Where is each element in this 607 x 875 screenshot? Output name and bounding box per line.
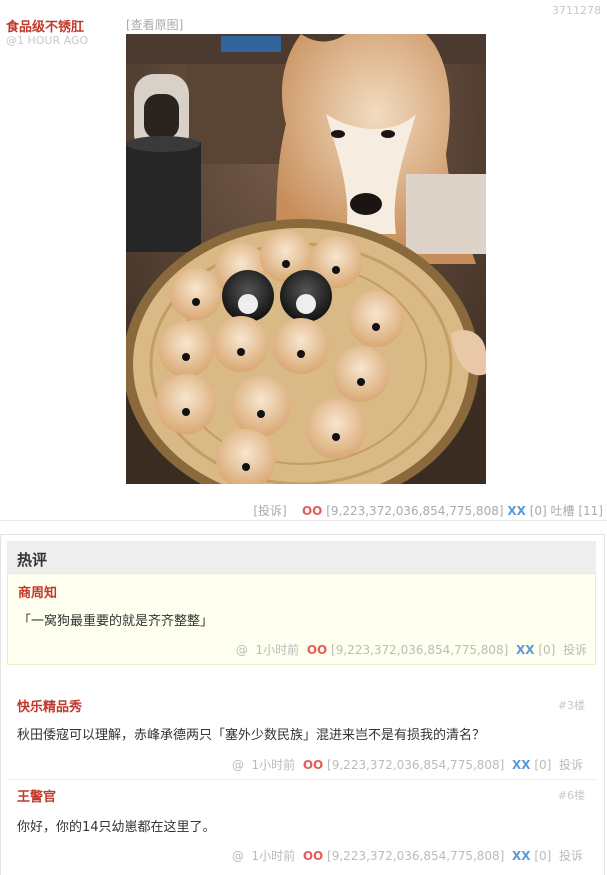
comment-floor[interactable]: #3楼 <box>558 697 585 713</box>
report-link[interactable]: 投诉 <box>559 849 583 863</box>
xx-count: [0] <box>529 504 547 518</box>
comment-text: 秋田倭寇可以理解，赤峰承德两只「塞外少数民族」混进来岂不是有损我的清名？ <box>17 728 486 743</box>
post-author[interactable]: 食品级不锈肛 <box>6 16 84 35</box>
report-link[interactable]: 投诉 <box>559 758 583 772</box>
xx-button[interactable]: XX <box>512 849 531 863</box>
at-icon[interactable]: @ <box>232 758 244 772</box>
post-meta: [投诉] OO [9,223,372,036,854,775,808] XX [… <box>253 502 603 519</box>
comment-time: 1小时前 <box>251 758 296 772</box>
oo-count: [9,223,372,036,854,775,808] <box>327 849 505 863</box>
oo-count: [9,223,372,036,854,775,808] <box>331 643 509 657</box>
tucao-count: [11] <box>578 504 603 518</box>
comment-meta: @ 1小时前 OO [9,223,372,036,854,775,808] XX… <box>232 847 583 864</box>
view-original-link[interactable]: [查看原图] <box>126 16 183 33</box>
post-image[interactable] <box>126 34 486 484</box>
xx-button[interactable]: XX <box>516 643 535 657</box>
comment-author[interactable]: 快乐精品秀 <box>17 696 82 715</box>
report-link[interactable]: 投诉 <box>563 643 587 657</box>
comment-meta: @ 1小时前 OO [9,223,372,036,854,775,808] XX… <box>236 641 587 658</box>
report-link[interactable]: [投诉] <box>253 504 286 518</box>
hot-comment: 商周知 「一窝狗最重要的就是齐齐整整」 @ 1小时前 OO [9,223,372… <box>7 573 596 665</box>
oo-button[interactable]: OO <box>303 758 323 772</box>
comment-meta: @ 1小时前 OO [9,223,372,036,854,775,808] XX… <box>232 756 583 773</box>
comment-author[interactable]: 商周知 <box>18 582 57 601</box>
comment-divider <box>7 779 596 780</box>
xx-count: [0] <box>534 849 552 863</box>
comment-text: 「一窝狗最重要的就是齐齐整整」 <box>18 614 214 629</box>
divider <box>0 520 607 521</box>
comment-author[interactable]: 王警官 <box>17 786 56 805</box>
comment-text: 你好，你的14只幼崽都在这里了。 <box>17 820 216 835</box>
hot-comments-header: 热评 <box>7 541 596 573</box>
comment-time: 1小时前 <box>255 643 300 657</box>
xx-count: [0] <box>538 643 556 657</box>
post-time: @1 HOUR AGO <box>6 34 89 47</box>
oo-button[interactable]: OO <box>307 643 327 657</box>
comment-floor[interactable]: #6楼 <box>558 787 585 803</box>
post-id: 3711278 <box>552 4 601 17</box>
shiba-tray-photo <box>126 34 486 484</box>
xx-count: [0] <box>534 758 552 772</box>
comment-time: 1小时前 <box>251 849 296 863</box>
oo-button[interactable]: OO <box>303 849 323 863</box>
oo-button[interactable]: OO <box>302 504 322 518</box>
at-icon[interactable]: @ <box>232 849 244 863</box>
xx-button[interactable]: XX <box>512 758 531 772</box>
oo-count: [9,223,372,036,854,775,808] <box>327 758 505 772</box>
hot-comments-title: 热评 <box>17 551 48 569</box>
xx-button[interactable]: XX <box>507 504 526 518</box>
oo-count: [9,223,372,036,854,775,808] <box>326 504 504 518</box>
tucao-link[interactable]: 吐槽 <box>551 504 575 518</box>
at-icon[interactable]: @ <box>236 643 248 657</box>
